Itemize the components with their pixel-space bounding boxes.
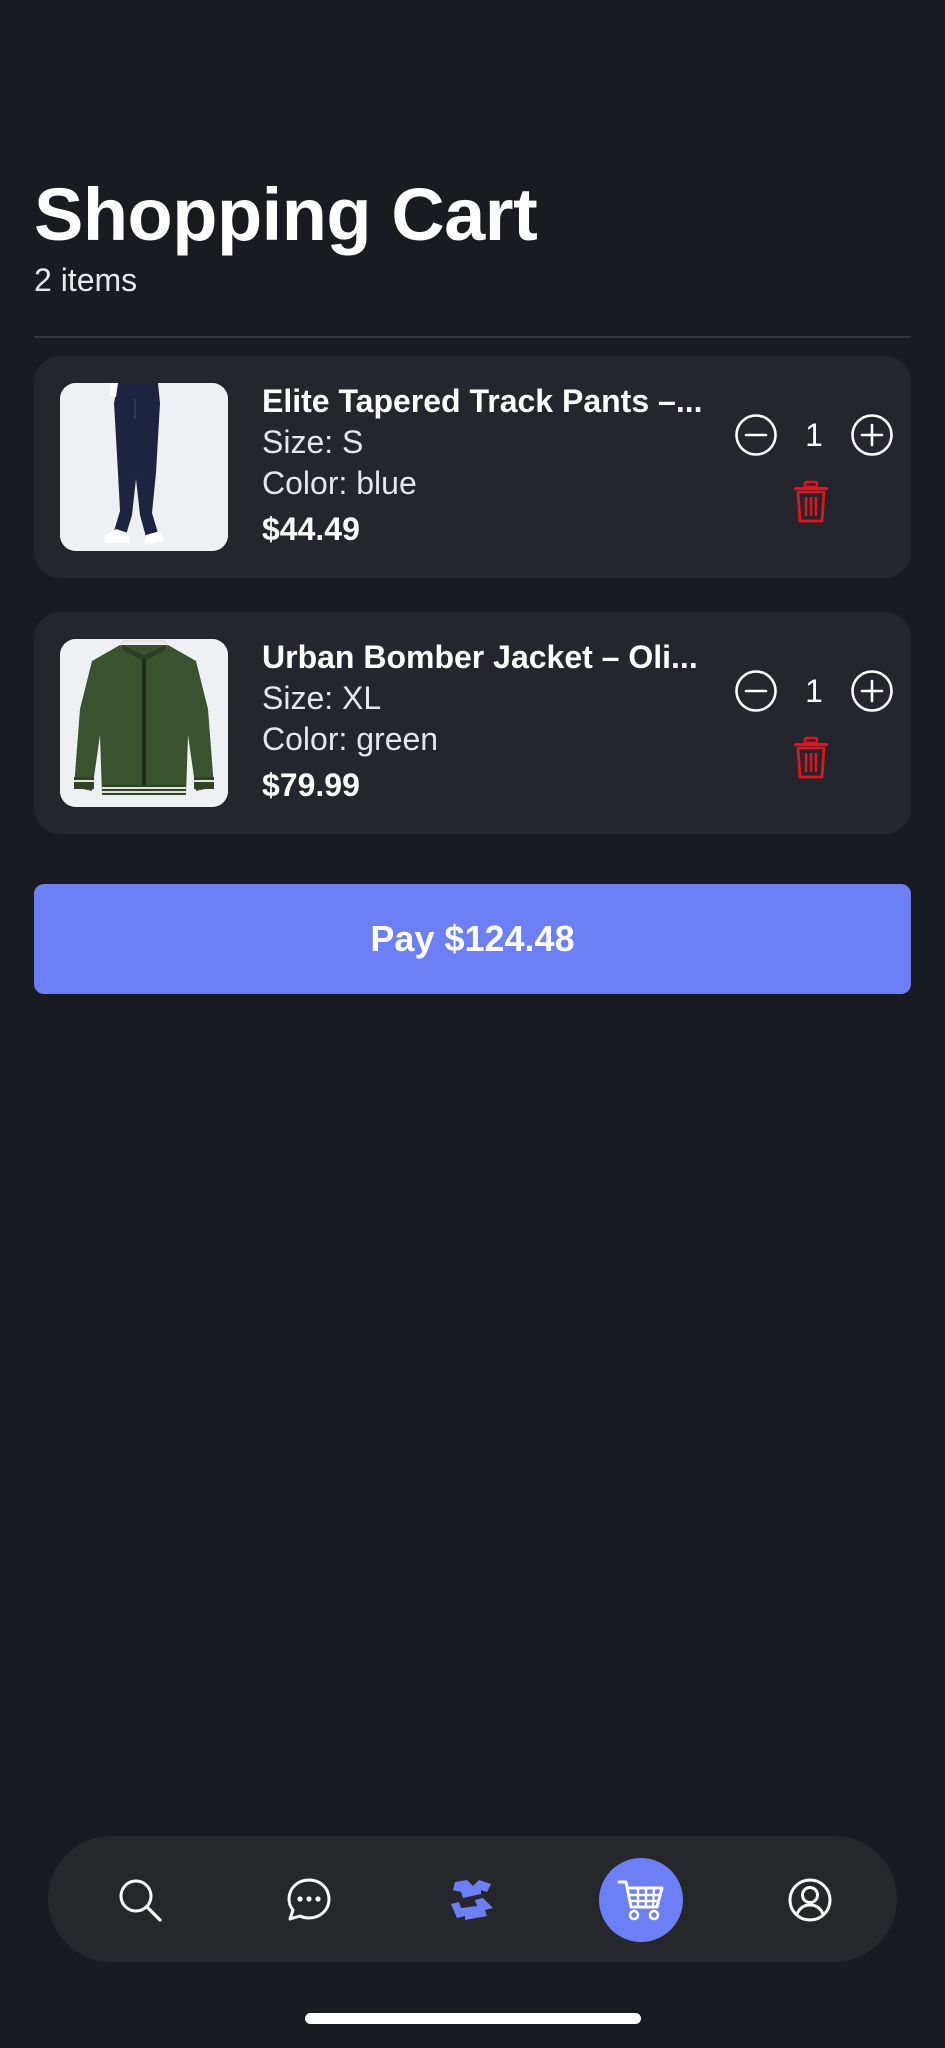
- minus-circle-icon: [735, 670, 777, 712]
- shirt-swap-icon: [451, 1880, 493, 1920]
- item-count: 2 items: [34, 262, 138, 298]
- cart-icon: [617, 1880, 664, 1921]
- minus-circle-icon: [735, 414, 777, 456]
- bottom-tab-bar: [48, 1836, 897, 1962]
- cart-item: Elite Tapered Track Pants –... Size: S C…: [34, 356, 911, 578]
- decrease-quantity-button[interactable]: [734, 413, 778, 457]
- tab-cart[interactable]: [599, 1858, 683, 1942]
- plus-circle-icon: [851, 670, 893, 712]
- increase-quantity-button[interactable]: [850, 413, 894, 457]
- tab-search[interactable]: [98, 1858, 182, 1942]
- item-info: Urban Bomber Jacket – Oli... Size: XL Co…: [262, 636, 772, 808]
- page-title: Shopping Cart: [34, 173, 538, 256]
- plus-circle-icon: [851, 414, 893, 456]
- quantity-stepper: 1: [734, 412, 894, 458]
- delete-item-button[interactable]: [792, 480, 830, 524]
- tab-outfits[interactable]: [430, 1858, 514, 1942]
- trash-icon: [794, 736, 828, 779]
- profile-icon: [788, 1878, 832, 1922]
- quantity-stepper: 1: [734, 668, 894, 714]
- increase-quantity-button[interactable]: [850, 669, 894, 713]
- tab-profile[interactable]: [768, 1858, 852, 1942]
- tab-messages[interactable]: [267, 1858, 351, 1942]
- item-price: $44.49: [262, 511, 360, 547]
- cart-item: Urban Bomber Jacket – Oli... Size: XL Co…: [34, 612, 911, 834]
- item-name[interactable]: Urban Bomber Jacket – Oli...: [262, 636, 762, 678]
- header-divider: [34, 336, 911, 338]
- home-indicator: [305, 2013, 641, 2024]
- item-size: Size: XL: [262, 680, 382, 716]
- decrease-quantity-button[interactable]: [734, 669, 778, 713]
- pay-button[interactable]: Pay $124.48: [34, 884, 911, 994]
- shopping-cart-screen: Shopping Cart 2 items Elite Tapered Trac…: [0, 0, 945, 2048]
- item-color: Color: green: [262, 721, 439, 757]
- item-color: Color: blue: [262, 465, 417, 501]
- delete-item-button[interactable]: [792, 736, 830, 780]
- item-name[interactable]: Elite Tapered Track Pants –...: [262, 380, 762, 422]
- page-header: Shopping Cart 2 items: [34, 170, 538, 299]
- bomber-jacket-image[interactable]: [60, 639, 228, 807]
- track-pants-image[interactable]: [60, 383, 228, 551]
- item-size: Size: S: [262, 424, 364, 460]
- search-icon: [119, 1879, 162, 1922]
- quantity-value: 1: [805, 416, 823, 453]
- item-price: $79.99: [262, 767, 360, 803]
- chat-bubble-icon: [287, 1878, 331, 1921]
- item-info: Elite Tapered Track Pants –... Size: S C…: [262, 380, 772, 552]
- quantity-value: 1: [805, 672, 823, 709]
- trash-icon: [794, 480, 828, 523]
